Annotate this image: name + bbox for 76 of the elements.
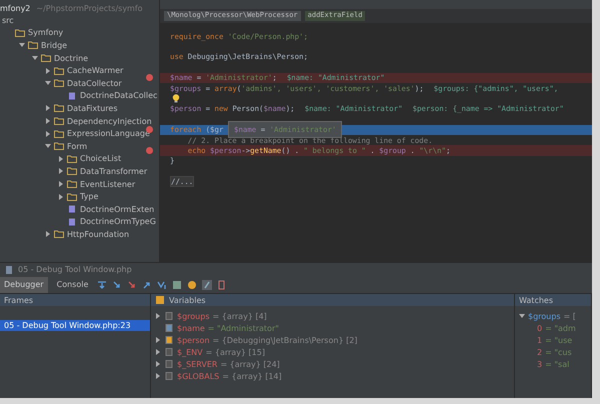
folder-icon <box>54 230 64 238</box>
expanded-arrow-icon[interactable] <box>19 42 25 48</box>
expanded-arrow-icon[interactable] <box>519 313 525 319</box>
variable-value: = {array} [4] <box>212 312 267 320</box>
step-into-icon[interactable] <box>112 280 122 290</box>
watch-item-index: 0 <box>537 324 542 332</box>
frames-header: Frames <box>4 296 34 304</box>
expanded-arrow-icon[interactable] <box>45 143 51 150</box>
collapsed-arrow-icon[interactable] <box>155 361 161 367</box>
value-icon <box>164 324 174 332</box>
tree-item-label[interactable]: Type <box>80 192 98 202</box>
expanded-arrow-icon[interactable] <box>32 55 38 62</box>
project-name: mfony2 <box>0 4 30 12</box>
tree-item-label[interactable]: EventListener <box>80 180 136 189</box>
collapsed-arrow-icon[interactable] <box>45 130 51 137</box>
project-path: ~/PhpstormProjects/symfo <box>36 4 143 12</box>
collapsed-arrow-icon[interactable] <box>45 231 51 238</box>
source-root-label[interactable]: src <box>2 16 14 25</box>
variable-value: = {array} [14] <box>222 372 282 380</box>
tree-item-label[interactable]: HttpFoundation <box>67 230 130 239</box>
variable-value: = {array} [15] <box>206 348 265 356</box>
watch-value: = [ <box>564 312 576 320</box>
watch-item-value: = "cus <box>545 348 572 356</box>
tree-item-label[interactable]: ChoiceList <box>80 154 122 164</box>
step-over-icon[interactable] <box>97 280 108 290</box>
file-icon <box>4 264 14 274</box>
tree-item-label[interactable]: Form <box>67 142 88 151</box>
collapsed-arrow-icon[interactable] <box>45 105 51 112</box>
watch-item-value: = "adm <box>545 324 576 332</box>
tree-item-label[interactable]: DataCollector <box>67 78 122 88</box>
frame-item[interactable]: 05 - Debug Tool Window.php:23 <box>0 320 150 331</box>
collapsed-arrow-icon[interactable] <box>58 156 64 162</box>
debug-tab[interactable]: Debugger <box>0 276 48 292</box>
tree-item-label[interactable]: DataTransformer <box>80 166 148 176</box>
collapsed-arrow-icon[interactable] <box>155 337 161 343</box>
watch-item-index: 1 <box>537 336 542 344</box>
tree-item-label[interactable]: DoctrineOrmExten <box>80 204 154 214</box>
expanded-arrow-icon[interactable] <box>45 80 51 86</box>
run-to-cursor-icon[interactable] <box>157 280 168 290</box>
collapsed-arrow-icon[interactable] <box>45 118 51 124</box>
tree-item-label[interactable]: ExpressionLanguage <box>67 129 150 138</box>
watch-item-index: 2 <box>537 348 542 356</box>
object-icon <box>164 336 174 344</box>
circle-icon[interactable] <box>187 280 198 290</box>
file-icon <box>67 92 77 100</box>
collapsed-arrow-icon[interactable] <box>155 349 161 355</box>
debug-window-title: 05 - Debug Tool Window.php <box>18 265 132 274</box>
variable-value: = {Debugging\JetBrains\Person} [2] <box>212 336 358 344</box>
variable-value: = {array} [24] <box>220 360 280 368</box>
collapsed-arrow-icon[interactable] <box>155 313 161 319</box>
collapsed-arrow-icon[interactable] <box>45 68 51 74</box>
watches-header: Watches <box>519 296 553 304</box>
collapsed-arrow-icon[interactable] <box>58 181 64 188</box>
variables-header: Variables <box>169 296 206 304</box>
watch-item-value: = "use <box>545 336 572 344</box>
collapsed-arrow-icon[interactable] <box>58 194 64 200</box>
tree-item-label[interactable]: CacheWarmer <box>67 66 124 76</box>
lightbulb-icon[interactable] <box>172 94 180 104</box>
collapsed-arrow-icon[interactable] <box>155 373 161 379</box>
pencil-icon[interactable] <box>202 280 212 290</box>
tree-item-label[interactable]: Bridge <box>41 40 68 50</box>
debug-tab[interactable]: Console <box>52 276 92 292</box>
array-icon <box>164 312 174 320</box>
watch-item-value: = "sal <box>545 360 570 368</box>
collapsed-arrow-icon[interactable] <box>58 168 64 174</box>
tree-item-label[interactable]: DependencyInjection <box>67 116 152 126</box>
watch-item-index: 3 <box>537 360 542 368</box>
tree-item-label[interactable]: DoctrineOrmTypeG <box>80 217 156 226</box>
step-out-icon[interactable] <box>142 280 152 290</box>
tree-item-label[interactable]: Doctrine <box>54 54 88 63</box>
variable-value: = "Administrator" <box>208 324 279 332</box>
force-step-into-icon[interactable] <box>127 280 138 290</box>
watch-name[interactable]: $groups <box>528 312 560 320</box>
tree-item-label[interactable]: DoctrineDataCollec <box>80 91 158 100</box>
tree-item-label[interactable]: DataFixtures <box>67 104 118 113</box>
tree-item-label[interactable]: Symfony <box>28 28 64 38</box>
